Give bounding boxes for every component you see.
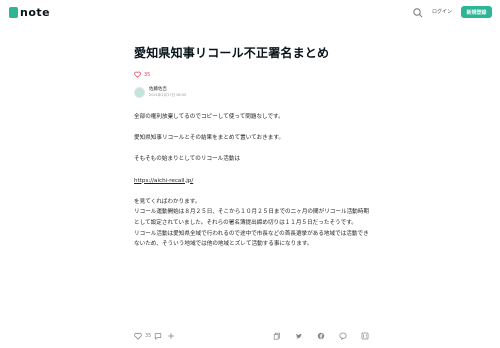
paragraph: リコール活動は愛知県全域で行われるので途中で市長などの首長選挙がある地域では活動… <box>134 230 369 248</box>
article-body: 全部の権利放棄してるのでコピーして使って問題なしです。 愛知県知事リコールとその… <box>134 112 374 250</box>
like-summary[interactable]: 35 <box>134 71 374 78</box>
twitter-icon[interactable] <box>295 332 303 340</box>
recall-site-link[interactable]: https://aichi-recall.jp/ <box>134 178 193 184</box>
copy-link-icon[interactable] <box>273 332 281 340</box>
top-header: note ログイン 新規登録 <box>0 0 500 27</box>
footer-like[interactable]: 35 <box>134 332 151 340</box>
paragraph: リコール運動開始は８月２５日、そこから１０月２５日までの二ヶ月の間がリコール活動… <box>134 209 369 226</box>
article: 愛知県知事リコール不正署名まとめ 35 佐藤佐吉 2021年2月17日 08:0… <box>134 46 374 250</box>
login-link[interactable]: ログイン <box>428 8 456 15</box>
post-date: 2021年2月17日 08:00 <box>149 93 187 97</box>
article-title: 愛知県知事リコール不正署名まとめ <box>134 46 330 60</box>
author-name[interactable]: 佐藤佐吉 <box>149 86 186 92</box>
signup-button[interactable]: 新規登録 <box>461 6 492 18</box>
search-icon[interactable] <box>412 7 424 19</box>
line-share-icon[interactable] <box>339 332 347 340</box>
avatar[interactable] <box>134 86 145 98</box>
link-paragraph: https://aichi-recall.jp/ <box>134 176 374 187</box>
add-icon[interactable] <box>167 332 175 340</box>
heart-icon <box>134 71 141 78</box>
paragraph: 愛知県知事リコールとその結果をまとめて置いておきます。 <box>134 135 284 142</box>
paragraph: そもそもの始まりとしてのリコール活動は <box>134 156 241 163</box>
author-meta: 佐藤佐吉 2021年2月17日 08:00 <box>149 86 186 98</box>
comment-icon[interactable] <box>154 332 162 340</box>
heart-icon <box>134 332 142 340</box>
action-footer: 35 <box>0 326 500 348</box>
like-count: 35 <box>144 71 151 78</box>
note-logo[interactable]: note <box>9 6 50 19</box>
facebook-icon[interactable] <box>317 332 325 340</box>
paragraph: を見てくればわかります。 <box>134 198 201 205</box>
hatena-bookmark-icon[interactable] <box>361 332 369 340</box>
paragraph: 全部の権利放棄してるのでコピーして使って問題なしです。 <box>134 114 284 120</box>
author-info[interactable]: 佐藤佐吉 2021年2月17日 08:00 <box>134 86 374 98</box>
footer-like-count: 35 <box>145 333 152 339</box>
logo-text: note <box>20 6 51 19</box>
note-logo-mark <box>9 7 18 18</box>
